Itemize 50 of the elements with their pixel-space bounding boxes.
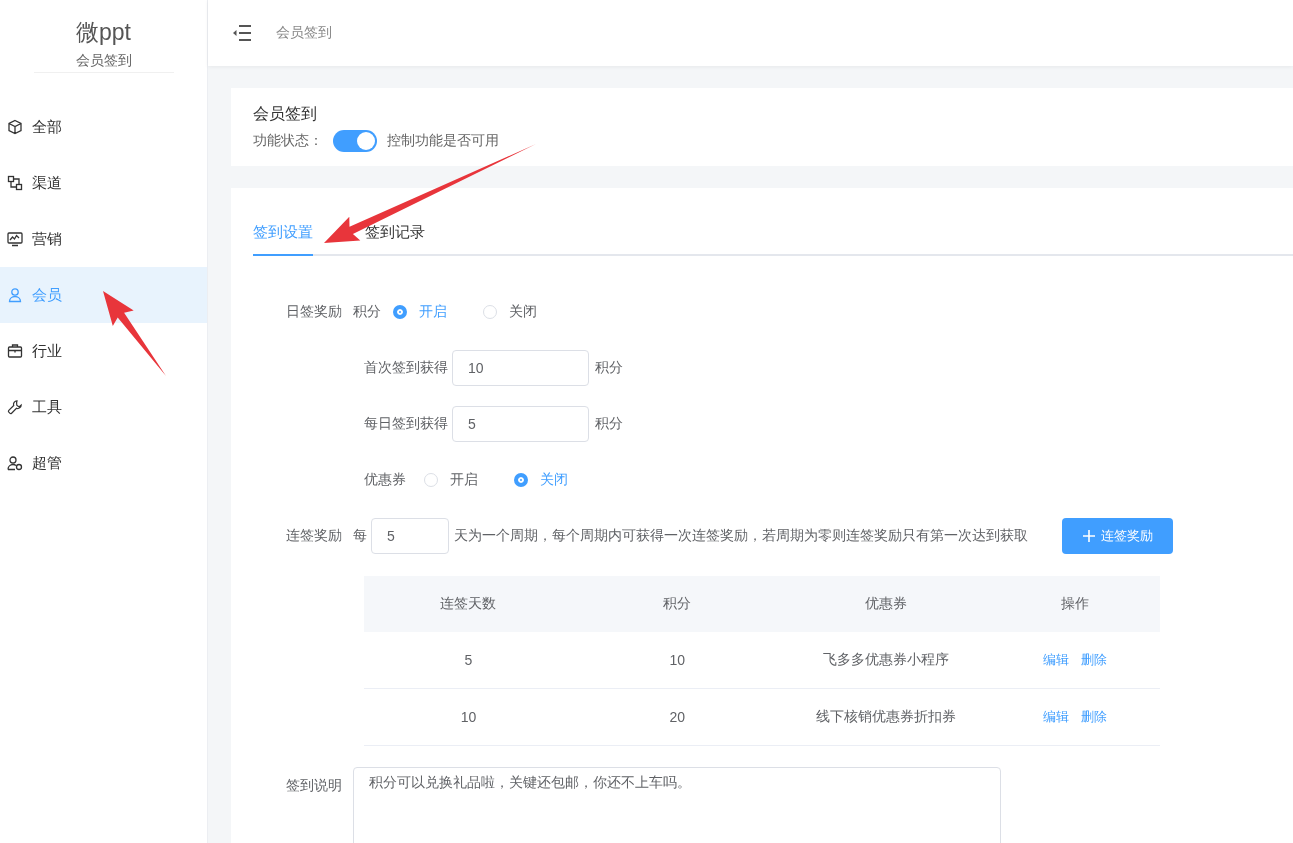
unit-label: 积分 — [595, 415, 623, 433]
column-header: 连签天数 — [364, 576, 573, 632]
field-text: 每 — [353, 527, 367, 545]
column-header: 优惠券 — [781, 576, 991, 632]
users-icon — [7, 455, 23, 471]
field-label: 每日签到获得 — [364, 415, 448, 433]
switch-hint: 控制功能是否可用 — [387, 132, 499, 150]
column-header: 操作 — [990, 576, 1160, 632]
option-label: 积分 — [353, 303, 381, 321]
input-field[interactable]: 10 — [452, 350, 589, 386]
plus-icon — [1082, 530, 1095, 542]
input-field[interactable]: 5 — [371, 518, 449, 554]
sidebar-item[interactable]: 营销 — [0, 211, 207, 267]
sidebar-item[interactable]: 渠道 — [0, 155, 207, 211]
table-cell: 飞多多优惠券小程序 — [781, 632, 991, 689]
toggle-switch[interactable] — [333, 130, 377, 152]
table-cell: 线下核销优惠券折扣券 — [781, 688, 991, 746]
nodes-icon — [7, 175, 23, 191]
field-label: 签到说明 — [285, 776, 343, 795]
menu-icon[interactable] — [233, 24, 251, 42]
column-header: 积分 — [572, 576, 782, 632]
page-subtitle: 会员签到 — [33, 50, 174, 73]
field-label: 日签奖励 — [285, 303, 343, 321]
sidebar-item[interactable]: 工具 — [0, 379, 207, 435]
sidebar-item[interactable]: 超管 — [0, 435, 207, 491]
tab[interactable]: 签到记录 — [365, 210, 425, 256]
table-cell: 10 — [572, 632, 782, 689]
field-text: 天为一个周期，每个周期内可获得一次连签奖励，若周期为零则连签奖励只有第一次达到获取 — [454, 527, 1028, 545]
cube-icon — [7, 119, 23, 135]
field-label: 优惠券 — [364, 471, 406, 489]
app-logo: 微ppt — [75, 18, 132, 47]
radio-option[interactable]: 关闭 — [483, 303, 537, 321]
unit-label: 积分 — [595, 359, 623, 377]
wrench-icon — [7, 399, 23, 415]
radio-option[interactable]: 开启 — [424, 471, 478, 489]
breadcrumb[interactable]: 会员签到 — [276, 24, 332, 42]
sidebar-item[interactable]: 行业 — [0, 323, 207, 379]
table-cell: 20 — [572, 688, 782, 746]
field-label: 首次签到获得 — [364, 359, 448, 377]
sidebar-item[interactable]: 全部 — [0, 99, 207, 155]
table-cell: 5 — [364, 632, 573, 689]
status-label: 功能状态： — [253, 132, 323, 150]
user-icon — [7, 287, 23, 303]
briefcase-icon — [7, 343, 23, 359]
input-field[interactable]: 5 — [452, 406, 589, 442]
card-title: 会员签到 — [253, 104, 318, 124]
monitor-chart-icon — [7, 231, 23, 247]
description-textarea[interactable]: 积分可以兑换礼品啦，关键还包邮，你还不上车吗。 — [353, 767, 1001, 843]
field-label: 连签奖励 — [285, 527, 343, 545]
table-cell: 10 — [364, 688, 573, 746]
